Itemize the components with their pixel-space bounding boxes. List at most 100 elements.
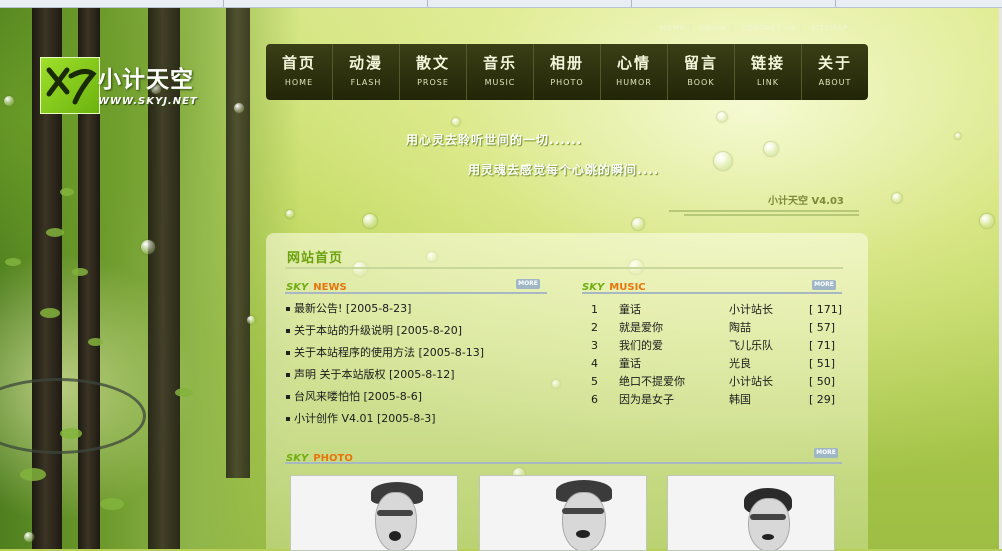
nav-item-music[interactable]: 音乐 MUSIC	[467, 44, 534, 100]
table-row[interactable]: 6 因为是女子 韩国 [ 29]	[584, 390, 859, 408]
leaf	[72, 268, 88, 276]
photo-thumbnail[interactable]	[667, 475, 835, 551]
news-more-button[interactable]: MORE	[516, 279, 540, 289]
news-item-text: 声明 关于本站版权 [2005-8-12]	[294, 368, 455, 381]
list-item[interactable]: 关于本站的升级说明 [2005-8-20]	[286, 323, 484, 345]
leaf	[88, 338, 103, 346]
music-artist: 光良	[729, 357, 751, 370]
nav-item-prose[interactable]: 散文 PROSE	[400, 44, 467, 100]
bullet-icon	[286, 307, 290, 311]
leaf	[40, 308, 60, 318]
nav-sublabel: HUMOR	[616, 78, 652, 87]
music-song[interactable]: 因为是女子	[619, 390, 729, 408]
nav-item-humor[interactable]: 心情 HUMOR	[601, 44, 668, 100]
tiny-decorative-text	[664, 208, 859, 218]
main-nav: 首页 HOME 动漫 FLASH 散文 PROSE 音乐 MUSIC 相册 PHOTO 心…	[266, 44, 868, 100]
table-row[interactable]: 4 童话 光良 [ 51]	[584, 354, 859, 372]
water-drop	[286, 210, 294, 218]
bullet-icon	[286, 417, 290, 421]
leaf	[175, 388, 193, 397]
bullet-icon	[286, 373, 290, 377]
news-item-text: 关于本站的升级说明 [2005-8-20]	[294, 324, 463, 337]
music-song[interactable]: 童话	[619, 300, 729, 318]
water-drop	[24, 532, 34, 542]
nav-item-home[interactable]: 首页 HOME	[266, 44, 333, 100]
news-item-text: 关于本站程序的使用方法 [2005-8-13]	[294, 346, 485, 359]
nav-item-photo[interactable]: 相册 PHOTO	[534, 44, 601, 100]
nav-label: 相册	[549, 54, 584, 72]
photo-divider	[285, 462, 842, 464]
music-artist: 小计站长	[729, 375, 773, 388]
nav-item-link[interactable]: 链接 LINK	[735, 44, 802, 100]
music-artist: 韩国	[729, 393, 751, 406]
nav-item-book[interactable]: 留言 BOOK	[668, 44, 735, 100]
water-drop	[764, 142, 778, 156]
news-item-text: 台风来喽怕怕 [2005-8-6]	[294, 390, 423, 403]
top-link-contact[interactable]: CONTACT US	[741, 24, 796, 32]
water-drop	[955, 133, 961, 139]
browser-tab-strip	[0, 0, 1002, 8]
nav-item-flash[interactable]: 动漫 FLASH	[333, 44, 400, 100]
water-drop	[4, 96, 14, 106]
nav-sublabel: MUSIC	[484, 78, 516, 87]
list-item[interactable]: 最新公告! [2005-8-23]	[286, 301, 484, 323]
nav-label: 音乐	[482, 54, 517, 72]
music-song[interactable]: 就是爱你	[619, 318, 729, 336]
nav-label: 链接	[750, 54, 785, 72]
face-shape	[562, 492, 606, 550]
top-links: HOME | LOGIN | CONTACT US | SITEMAP	[660, 24, 849, 32]
photo-more-button[interactable]: MORE	[814, 448, 838, 458]
music-section-header: SKY MUSIC	[582, 275, 646, 293]
bullet-icon	[286, 351, 290, 355]
music-count: [ 57]	[809, 320, 836, 334]
water-drop	[234, 103, 244, 113]
leaf	[60, 188, 74, 196]
table-row[interactable]: 2 就是爱你 陶喆 [ 57]	[584, 318, 859, 336]
bullet-icon	[286, 395, 290, 399]
music-rank: 5	[591, 374, 598, 388]
site-version: 小计天空 V4.03	[768, 196, 844, 207]
slogan-line-1: 用心灵去聆听世间的一切......	[406, 133, 583, 147]
list-item[interactable]: 小计创作 V4.01 [2005-8-3]	[286, 411, 484, 433]
water-drop	[452, 118, 460, 126]
glasses-shape	[562, 508, 604, 514]
list-item[interactable]: 台风来喽怕怕 [2005-8-6]	[286, 389, 484, 411]
water-drop	[632, 218, 644, 230]
logo-mark-icon	[46, 67, 97, 105]
table-row[interactable]: 3 我们的爱 飞儿乐队 [ 71]	[584, 336, 859, 354]
face-shape	[748, 498, 790, 550]
music-rank: 3	[591, 338, 598, 352]
mouth-shape	[762, 534, 774, 540]
glasses-shape	[377, 510, 413, 516]
water-drop	[363, 214, 377, 228]
list-item[interactable]: 声明 关于本站版权 [2005-8-12]	[286, 367, 484, 389]
photo-thumbnail[interactable]	[479, 475, 647, 551]
list-item[interactable]: 关于本站程序的使用方法 [2005-8-13]	[286, 345, 484, 367]
water-drop	[247, 316, 255, 324]
top-link-home[interactable]: HOME	[660, 24, 685, 32]
site-logo[interactable]	[40, 57, 100, 114]
music-song[interactable]: 绝口不提爱你	[619, 372, 729, 390]
leaf	[5, 258, 21, 266]
table-row[interactable]: 1 童话 小计站长 [ 171]	[584, 300, 859, 318]
table-row[interactable]: 5 绝口不提爱你 小计站长 [ 50]	[584, 372, 859, 390]
music-artist: 小计站长	[729, 303, 773, 316]
bullet-icon	[286, 329, 290, 333]
music-song[interactable]: 我们的爱	[619, 336, 729, 354]
music-song[interactable]: 童话	[619, 354, 729, 372]
music-rank: 6	[591, 392, 598, 406]
nav-label: 留言	[683, 54, 718, 72]
photo-thumbnail[interactable]	[290, 475, 458, 551]
leaf	[100, 498, 124, 510]
top-link-sitemap[interactable]: SITEMAP	[811, 24, 848, 32]
nav-label: 散文	[415, 54, 450, 72]
water-drop	[141, 240, 155, 254]
music-more-button[interactable]: MORE	[812, 280, 836, 290]
top-link-login[interactable]: LOGIN	[700, 24, 727, 32]
nav-label: 关于	[817, 54, 852, 72]
tree-trunk	[226, 8, 250, 478]
nav-item-about[interactable]: 关于 ABOUT	[802, 44, 868, 100]
slogan-line-2: 用灵魂去感觉每个心跳的瞬间....	[468, 163, 660, 177]
news-item-text: 小计创作 V4.01 [2005-8-3]	[294, 412, 436, 425]
ring-decoration	[0, 378, 146, 454]
